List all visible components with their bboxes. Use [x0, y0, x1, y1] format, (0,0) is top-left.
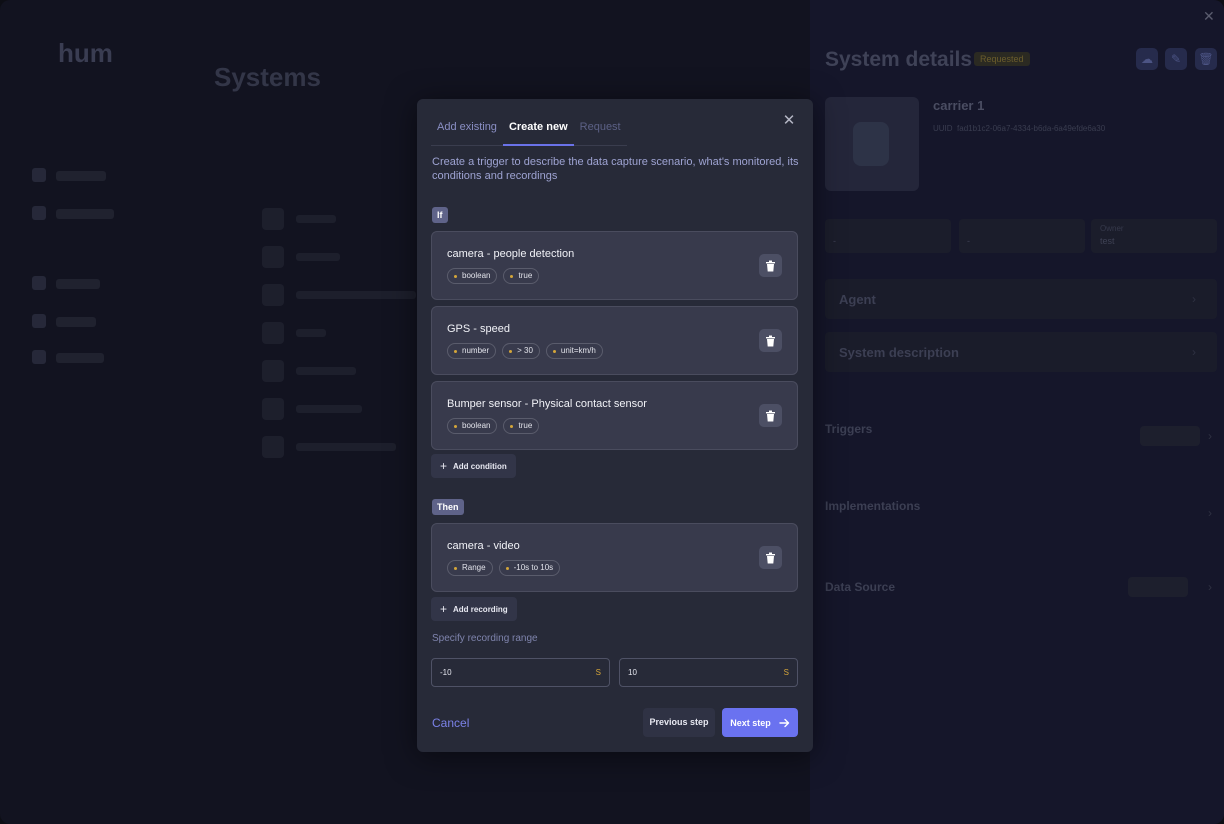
dot-icon	[454, 566, 457, 570]
next-step-button[interactable]: Next step	[722, 708, 798, 737]
tab-request[interactable]: Request	[574, 120, 627, 146]
chip: true	[503, 418, 540, 434]
chip: boolean	[447, 268, 498, 284]
chip: unit=km/h	[545, 343, 603, 359]
dot-icon	[510, 274, 514, 278]
condition-chips: number > 30 unit=km/h	[447, 343, 603, 359]
create-trigger-modal: Add existing Create new Request ✕ Create…	[417, 99, 813, 752]
range-unit: S	[595, 668, 601, 677]
chip: Range	[447, 560, 493, 576]
dot-icon	[509, 349, 513, 353]
trash-icon	[766, 552, 775, 563]
range-end-input[interactable]	[628, 659, 768, 686]
dot-icon	[505, 566, 509, 570]
trash-icon	[766, 410, 775, 421]
chip: number	[447, 343, 497, 359]
recording-title: camera - video	[447, 540, 520, 552]
recording-chips: Range -10s to 10s	[447, 560, 561, 576]
chip: -10s to 10s	[498, 560, 561, 576]
trash-icon	[766, 335, 775, 346]
dot-icon	[552, 349, 556, 353]
if-label: If	[432, 207, 448, 223]
cancel-button[interactable]: Cancel	[432, 716, 469, 730]
condition-chips: boolean true	[447, 418, 540, 434]
condition-card: GPS - speed number > 30 unit=km/h	[431, 306, 798, 375]
condition-card: camera - people detection boolean true	[431, 231, 798, 300]
trash-icon	[766, 260, 775, 271]
then-label: Then	[432, 499, 464, 515]
chip: > 30	[502, 343, 540, 359]
tab-create-new[interactable]: Create new	[502, 120, 574, 146]
plus-icon: +	[440, 459, 448, 473]
delete-condition-button[interactable]	[759, 329, 782, 352]
arrow-right-icon	[779, 718, 789, 727]
condition-title: Bumper sensor - Physical contact sensor	[447, 398, 647, 410]
condition-card: Bumper sensor - Physical contact sensor …	[431, 381, 798, 450]
previous-step-button[interactable]: Previous step	[643, 708, 715, 737]
dot-icon	[454, 274, 457, 278]
dot-icon	[454, 424, 457, 428]
delete-condition-button[interactable]	[759, 254, 782, 277]
range-start-field[interactable]: S	[431, 658, 610, 687]
recording-card: camera - video Range -10s to 10s	[431, 523, 798, 592]
delete-recording-button[interactable]	[759, 546, 782, 569]
add-condition-button[interactable]: + Add condition	[431, 454, 516, 478]
chip: boolean	[447, 418, 498, 434]
range-end-field[interactable]: S	[619, 658, 798, 687]
condition-chips: boolean true	[447, 268, 540, 284]
plus-icon: +	[440, 602, 448, 616]
condition-title: GPS - speed	[447, 323, 510, 335]
range-unit: S	[783, 668, 789, 677]
condition-title: camera - people detection	[447, 248, 575, 260]
modal-tabs: Add existing Create new Request	[431, 120, 627, 146]
chip: true	[503, 268, 540, 284]
modal-description: Create a trigger to describe the data ca…	[432, 156, 799, 182]
tab-add-existing[interactable]: Add existing	[431, 120, 503, 146]
next-step-label: Next step	[730, 717, 771, 728]
delete-condition-button[interactable]	[759, 404, 782, 427]
close-icon[interactable]: ✕	[781, 113, 797, 129]
range-start-input[interactable]	[440, 659, 580, 686]
dot-icon	[510, 424, 514, 428]
range-label: Specify recording range	[432, 633, 538, 644]
app-window: hum Systems System details Requested ☁ ✎…	[0, 0, 1224, 824]
add-recording-button[interactable]: + Add recording	[431, 597, 517, 621]
dot-icon	[454, 349, 457, 353]
